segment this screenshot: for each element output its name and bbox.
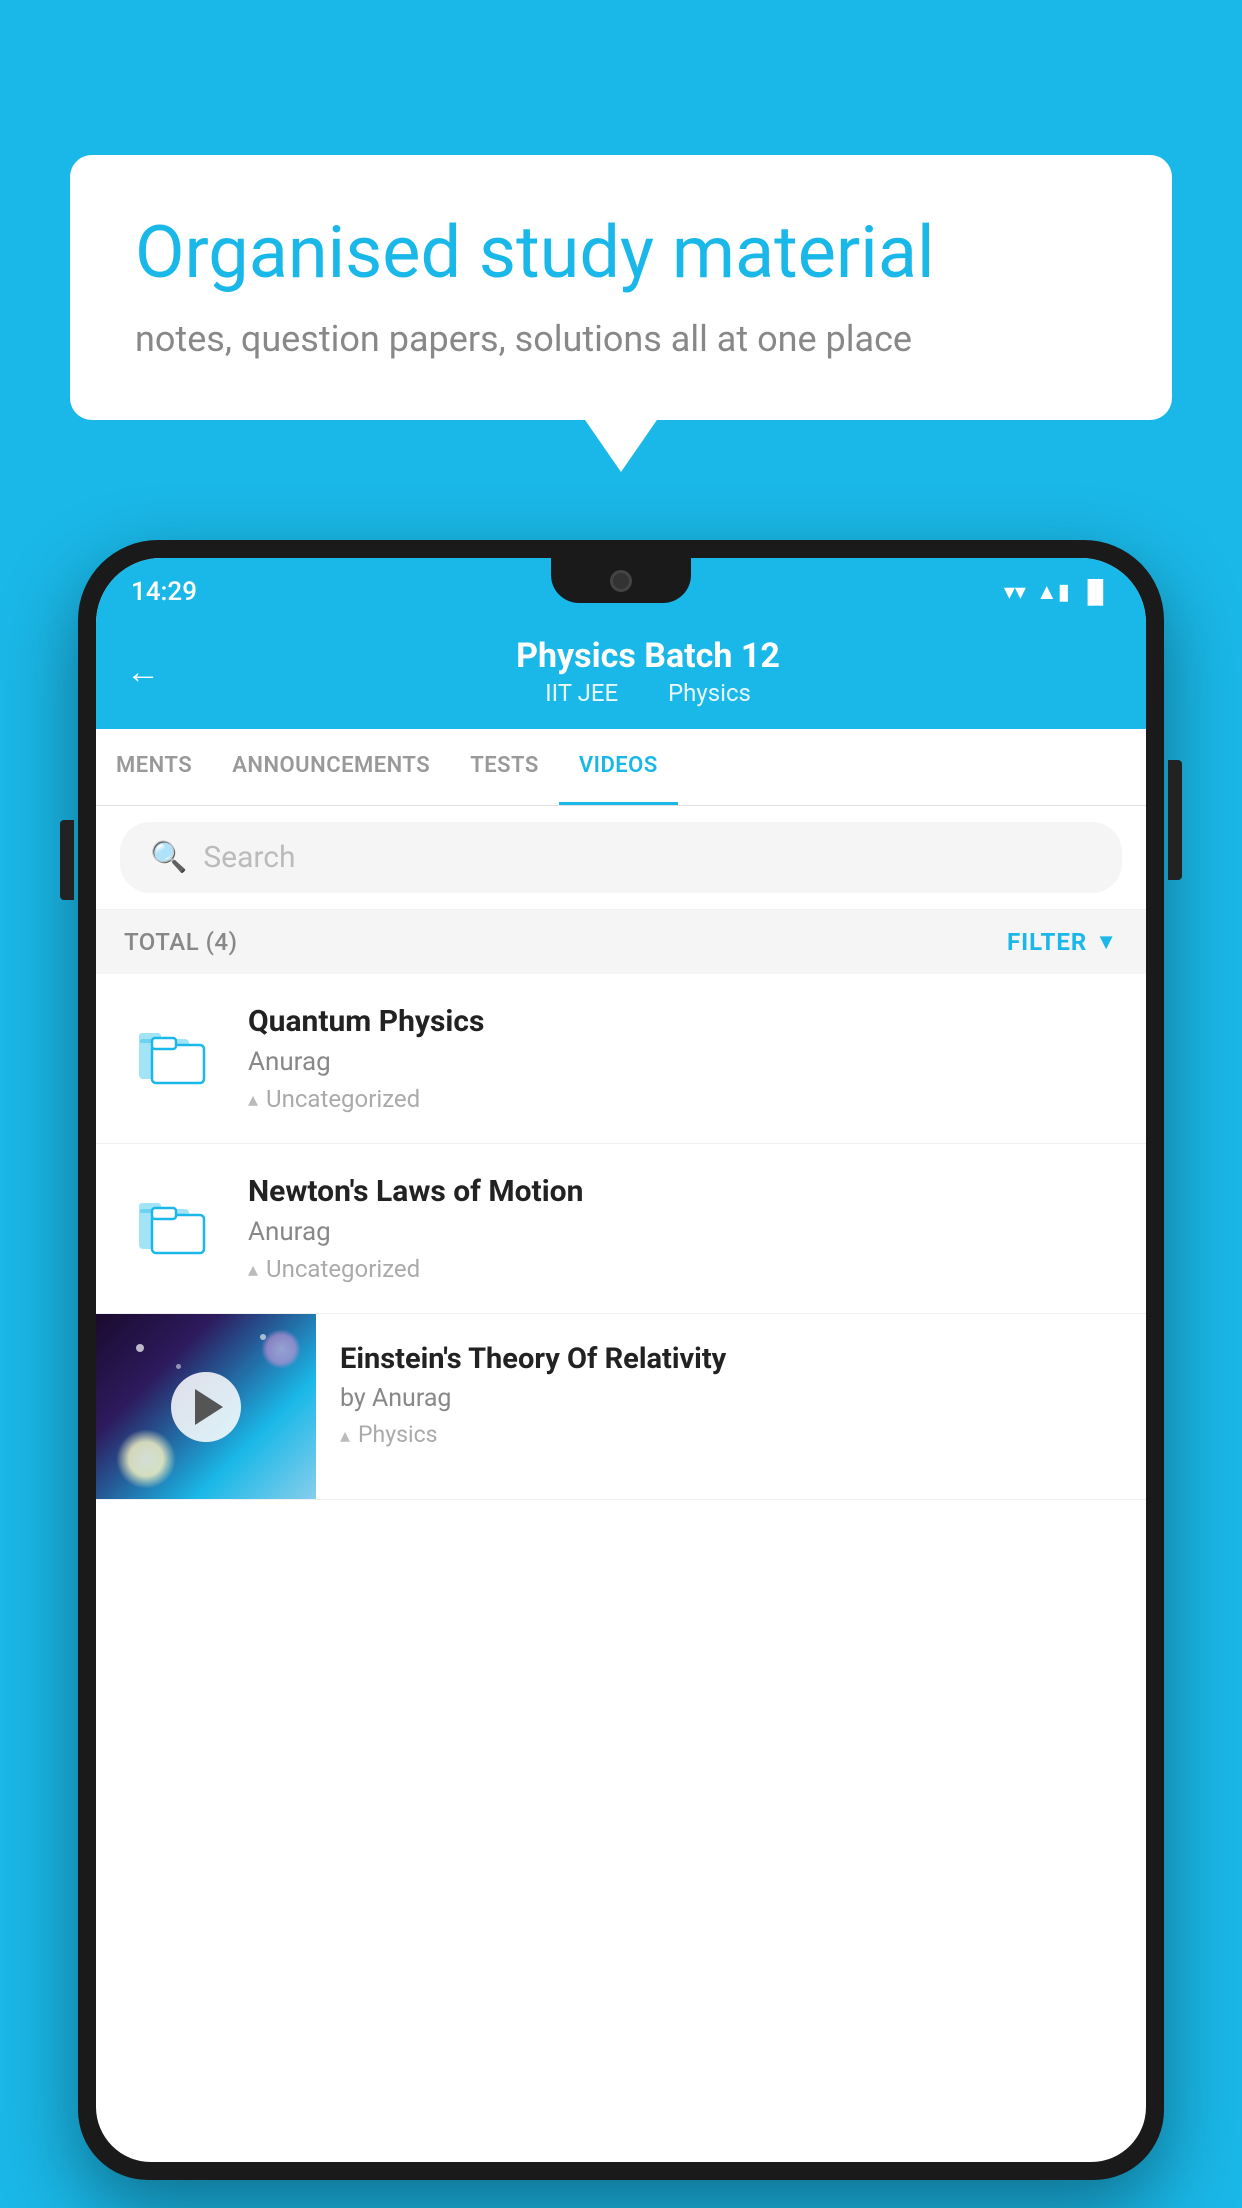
- tag-label: Physics: [358, 1421, 437, 1448]
- play-icon: [195, 1389, 223, 1425]
- speech-bubble-card: Organised study material notes, question…: [70, 155, 1172, 420]
- bubble-heading: Organised study material: [135, 210, 1107, 296]
- tag-icon: ▴: [340, 1423, 350, 1447]
- search-input[interactable]: Search: [203, 840, 295, 875]
- video-tag: ▴ Uncategorized: [248, 1085, 1118, 1113]
- list-item[interactable]: Quantum Physics Anurag ▴ Uncategorized: [96, 974, 1146, 1144]
- header-title-area: Physics Batch 12 IIT JEE Physics: [180, 636, 1116, 707]
- bubble-subtext: notes, question papers, solutions all at…: [135, 318, 1107, 360]
- tab-tests[interactable]: TESTS: [450, 729, 559, 805]
- back-button[interactable]: ←: [126, 652, 160, 692]
- video-tag: ▴ Uncategorized: [248, 1255, 1118, 1283]
- list-item[interactable]: Einstein's Theory Of Relativity by Anura…: [96, 1314, 1146, 1500]
- filter-button[interactable]: FILTER ▼: [1007, 928, 1118, 956]
- video-title: Quantum Physics: [248, 1004, 1118, 1039]
- video-author: Anurag: [248, 1047, 1118, 1077]
- phone-notch: [551, 558, 691, 603]
- app-header: ← Physics Batch 12 IIT JEE Physics: [96, 618, 1146, 729]
- filter-label: FILTER: [1007, 928, 1087, 956]
- search-container: 🔍 Search: [96, 806, 1146, 910]
- subtitle-part2: Physics: [668, 679, 751, 707]
- content-area: Quantum Physics Anurag ▴ Uncategorized: [96, 974, 1146, 1500]
- video-thumbnail: [96, 1314, 316, 1499]
- status-time: 14:29: [131, 577, 197, 607]
- tag-icon: ▴: [248, 1087, 258, 1111]
- video-author: Anurag: [248, 1217, 1118, 1247]
- tag-label: Uncategorized: [266, 1255, 420, 1283]
- speech-bubble-section: Organised study material notes, question…: [70, 155, 1172, 420]
- search-box[interactable]: 🔍 Search: [120, 822, 1122, 893]
- battery-icon: ▐▌: [1080, 579, 1111, 605]
- video-folder-icon: [124, 1004, 224, 1104]
- video-title: Newton's Laws of Motion: [248, 1174, 1118, 1209]
- wifi-icon: ▾▾: [1004, 580, 1026, 605]
- video-details: Quantum Physics Anurag ▴ Uncategorized: [248, 1004, 1118, 1113]
- phone-mockup: 14:29 ▾▾ ▲▮ ▐▌ ← Physics Batch 12 IIT JE…: [78, 540, 1164, 2208]
- tab-videos[interactable]: VIDEOS: [559, 729, 678, 805]
- status-icons: ▾▾ ▲▮ ▐▌: [1004, 579, 1111, 605]
- tab-announcements[interactable]: ANNOUNCEMENTS: [212, 729, 450, 805]
- video-title: Einstein's Theory Of Relativity: [340, 1342, 1122, 1376]
- play-button[interactable]: [171, 1372, 241, 1442]
- page-title: Physics Batch 12: [180, 636, 1116, 676]
- filter-icon: ▼: [1095, 929, 1118, 955]
- video-folder-icon: [124, 1174, 224, 1274]
- tab-ments[interactable]: MENTS: [96, 729, 212, 805]
- phone-outer-shell: 14:29 ▾▾ ▲▮ ▐▌ ← Physics Batch 12 IIT JE…: [78, 540, 1164, 2180]
- total-count: TOTAL (4): [124, 928, 237, 956]
- tab-bar: MENTS ANNOUNCEMENTS TESTS VIDEOS: [96, 729, 1146, 806]
- video-tag: ▴ Physics: [340, 1421, 1122, 1448]
- tag-label: Uncategorized: [266, 1085, 420, 1113]
- signal-icon: ▲▮: [1036, 579, 1070, 605]
- subtitle-part1: IIT JEE: [545, 679, 618, 707]
- filter-bar: TOTAL (4) FILTER ▼: [96, 910, 1146, 974]
- tag-icon: ▴: [248, 1257, 258, 1281]
- phone-screen: 14:29 ▾▾ ▲▮ ▐▌ ← Physics Batch 12 IIT JE…: [96, 558, 1146, 2162]
- list-item[interactable]: Newton's Laws of Motion Anurag ▴ Uncateg…: [96, 1144, 1146, 1314]
- page-subtitle: IIT JEE Physics: [180, 679, 1116, 707]
- video-author: by Anurag: [340, 1384, 1122, 1413]
- search-icon: 🔍: [150, 840, 187, 875]
- video-details: Newton's Laws of Motion Anurag ▴ Uncateg…: [248, 1174, 1118, 1283]
- subtitle-separator: [640, 679, 652, 707]
- video-details: Einstein's Theory Of Relativity by Anura…: [316, 1314, 1146, 1499]
- front-camera: [610, 570, 632, 592]
